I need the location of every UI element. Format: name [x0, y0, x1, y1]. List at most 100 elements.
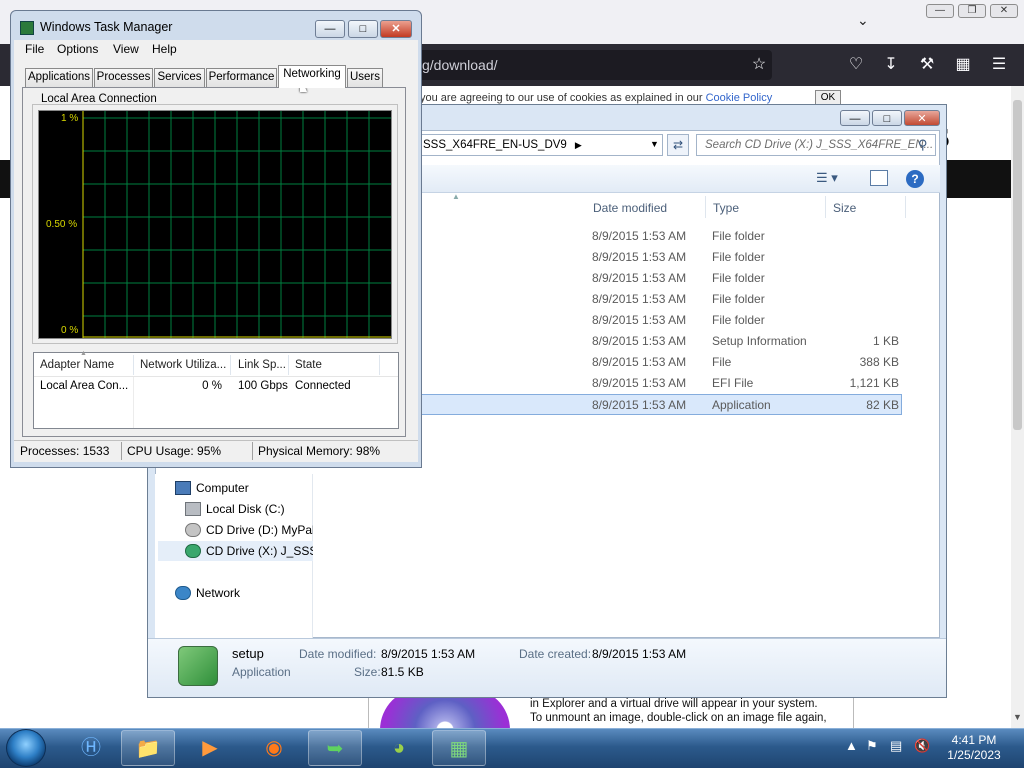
- column-adapter-name[interactable]: Adapter Name: [40, 354, 132, 376]
- view-options-icon[interactable]: ☰ ▾: [816, 170, 838, 186]
- system-clock[interactable]: 4:41 PM 1/25/2023: [934, 733, 1014, 763]
- breadcrumb-arrow-icon[interactable]: ▶: [575, 140, 582, 150]
- file-row[interactable]: 8/9/2015 1:53 AM File folder: [420, 268, 902, 289]
- tab-processes[interactable]: Processes: [94, 68, 153, 87]
- tab-services[interactable]: Services: [154, 68, 205, 87]
- explorer-minimize-button[interactable]: —: [840, 110, 870, 126]
- adapter-name-cell[interactable]: Local Area Con...: [40, 376, 130, 396]
- address-bar[interactable]: SSS_X64FRE_EN-US_DV9 ▶: [420, 134, 663, 156]
- explorer-close-button[interactable]: ✕: [904, 110, 940, 126]
- graph-label-mid: 0.50 %: [46, 219, 78, 230]
- utilization-cell[interactable]: 0 %: [140, 376, 222, 396]
- browser-restore-button[interactable]: ❐: [958, 4, 986, 18]
- wrench-icon[interactable]: ⚒: [914, 52, 940, 78]
- state-cell[interactable]: Connected: [295, 376, 375, 396]
- file-row[interactable]: 8/9/2015 1:53 AM File 388 KB: [420, 352, 902, 373]
- details-modified-label: Date modified:: [299, 647, 377, 661]
- details-created-value: 8/9/2015 1:53 AM: [592, 647, 687, 661]
- network-tray-icon[interactable]: ▤: [890, 738, 902, 754]
- network-graph: 1 % 0.50 % 0 %: [38, 110, 392, 339]
- column-separator[interactable]: [133, 355, 134, 375]
- nav-item-network[interactable]: Network: [175, 583, 240, 603]
- extensions-icon[interactable]: ▦: [950, 52, 976, 78]
- file-row-selected[interactable]: 8/9/2015 1:53 AM Application 82 KB: [420, 394, 902, 415]
- preview-pane-icon[interactable]: [870, 170, 888, 186]
- column-separator[interactable]: [705, 196, 706, 218]
- file-row[interactable]: 8/9/2015 1:53 AM File folder: [420, 310, 902, 331]
- volume-muted-icon[interactable]: 🔇: [914, 738, 930, 754]
- file-type: File folder: [712, 250, 765, 264]
- tab-applications[interactable]: Applications: [25, 68, 93, 87]
- link-speed-cell[interactable]: 100 Gbps: [238, 376, 288, 396]
- browser-minimize-button[interactable]: —: [926, 4, 954, 18]
- file-row[interactable]: 8/9/2015 1:53 AM File folder: [420, 226, 902, 247]
- status-processes: Processes: 1533: [20, 444, 110, 458]
- start-button[interactable]: [6, 729, 46, 767]
- column-separator[interactable]: [379, 355, 380, 375]
- file-explorer-icon[interactable]: 📁: [121, 730, 175, 766]
- file-row[interactable]: 8/9/2015 1:53 AM File folder: [420, 289, 902, 310]
- menu-view[interactable]: View: [113, 42, 139, 56]
- file-size: 388 KB: [859, 355, 899, 369]
- breadcrumb[interactable]: SSS_X64FRE_EN-US_DV9: [423, 139, 567, 151]
- bookmark-star-icon[interactable]: ☆: [746, 52, 772, 78]
- media-player-icon[interactable]: ▶: [183, 730, 237, 766]
- file-row[interactable]: 8/9/2015 1:53 AM Setup Information 1 KB: [420, 331, 902, 352]
- nav-label: Computer: [196, 481, 249, 495]
- close-button[interactable]: ✕: [380, 20, 412, 38]
- nav-item-cd-x[interactable]: CD Drive (X:) J_SSS_X: [158, 541, 313, 561]
- url-bar[interactable]: g/download/: [372, 50, 772, 80]
- column-state[interactable]: State: [295, 354, 375, 376]
- column-separator[interactable]: [230, 355, 231, 375]
- computer-icon: [175, 481, 191, 495]
- minimize-button[interactable]: —: [315, 20, 345, 38]
- chevron-down-icon[interactable]: ⌄: [857, 12, 869, 29]
- firefox-icon[interactable]: ◉: [247, 730, 301, 766]
- show-hidden-icons-icon[interactable]: ▲: [845, 738, 858, 753]
- tab-performance[interactable]: Performance: [206, 68, 277, 87]
- nav-item-cd-d[interactable]: CD Drive (D:) MyPal6: [185, 520, 313, 540]
- search-input[interactable]: Search CD Drive (X:) J_SSS_X64FRE_EN...: [696, 134, 936, 156]
- help-icon[interactable]: ?: [906, 170, 924, 188]
- nav-item-computer[interactable]: Computer: [175, 478, 249, 498]
- column-separator[interactable]: [825, 196, 826, 218]
- explorer-maximize-button[interactable]: □: [872, 110, 902, 126]
- file-row[interactable]: 8/9/2015 1:53 AM File folder: [420, 247, 902, 268]
- menu-options[interactable]: Options: [57, 42, 98, 56]
- column-size[interactable]: Size: [833, 200, 856, 216]
- action-center-flag-icon[interactable]: ⚑: [866, 738, 878, 754]
- browser-close-button[interactable]: ✕: [990, 4, 1018, 18]
- graph-label-min: 0 %: [61, 325, 79, 336]
- menu-file[interactable]: File: [25, 42, 44, 56]
- download-manager-icon[interactable]: ➥: [308, 730, 362, 766]
- column-link-speed[interactable]: Link Sp...: [238, 354, 288, 376]
- download-icon[interactable]: ↧: [878, 52, 904, 78]
- column-separator[interactable]: [905, 196, 906, 218]
- column-network-utilization[interactable]: Network Utiliza...: [140, 354, 228, 376]
- pocket-icon[interactable]: ♡: [843, 52, 869, 78]
- network-icon: [175, 586, 191, 600]
- nav-label: Network: [196, 586, 241, 600]
- address-dropdown-icon[interactable]: ▼: [650, 139, 659, 149]
- page-scrollbar-thumb[interactable]: [1013, 100, 1022, 430]
- tab-users[interactable]: Users: [347, 68, 383, 87]
- task-manager-taskbar-icon[interactable]: ▦: [432, 730, 486, 766]
- internet-explorer-icon[interactable]: Ⓗ: [64, 730, 118, 766]
- file-date: 8/9/2015 1:53 AM: [592, 355, 687, 369]
- column-separator[interactable]: [288, 355, 289, 375]
- daemon-tools-icon[interactable]: ◕: [372, 730, 426, 766]
- scroll-down-icon[interactable]: ▼: [1011, 712, 1024, 726]
- menu-help[interactable]: Help: [152, 42, 177, 56]
- column-date-modified[interactable]: Date modified: [593, 200, 667, 216]
- menu-icon[interactable]: ☰: [986, 52, 1012, 78]
- maximize-button[interactable]: □: [348, 20, 378, 38]
- details-created-label: Date created:: [519, 647, 592, 661]
- search-icon[interactable]: ⚲: [918, 137, 928, 153]
- file-row[interactable]: 8/9/2015 1:53 AM EFI File 1,121 KB: [420, 373, 902, 394]
- refresh-icon[interactable]: ⇄: [667, 134, 689, 156]
- cookie-policy-link[interactable]: Cookie Policy: [706, 92, 773, 104]
- tab-networking[interactable]: Networking: [278, 65, 346, 88]
- column-type[interactable]: Type: [713, 200, 739, 216]
- nav-label: CD Drive (D:) MyPal6: [206, 523, 313, 537]
- nav-item-local-disk[interactable]: Local Disk (C:): [185, 499, 285, 519]
